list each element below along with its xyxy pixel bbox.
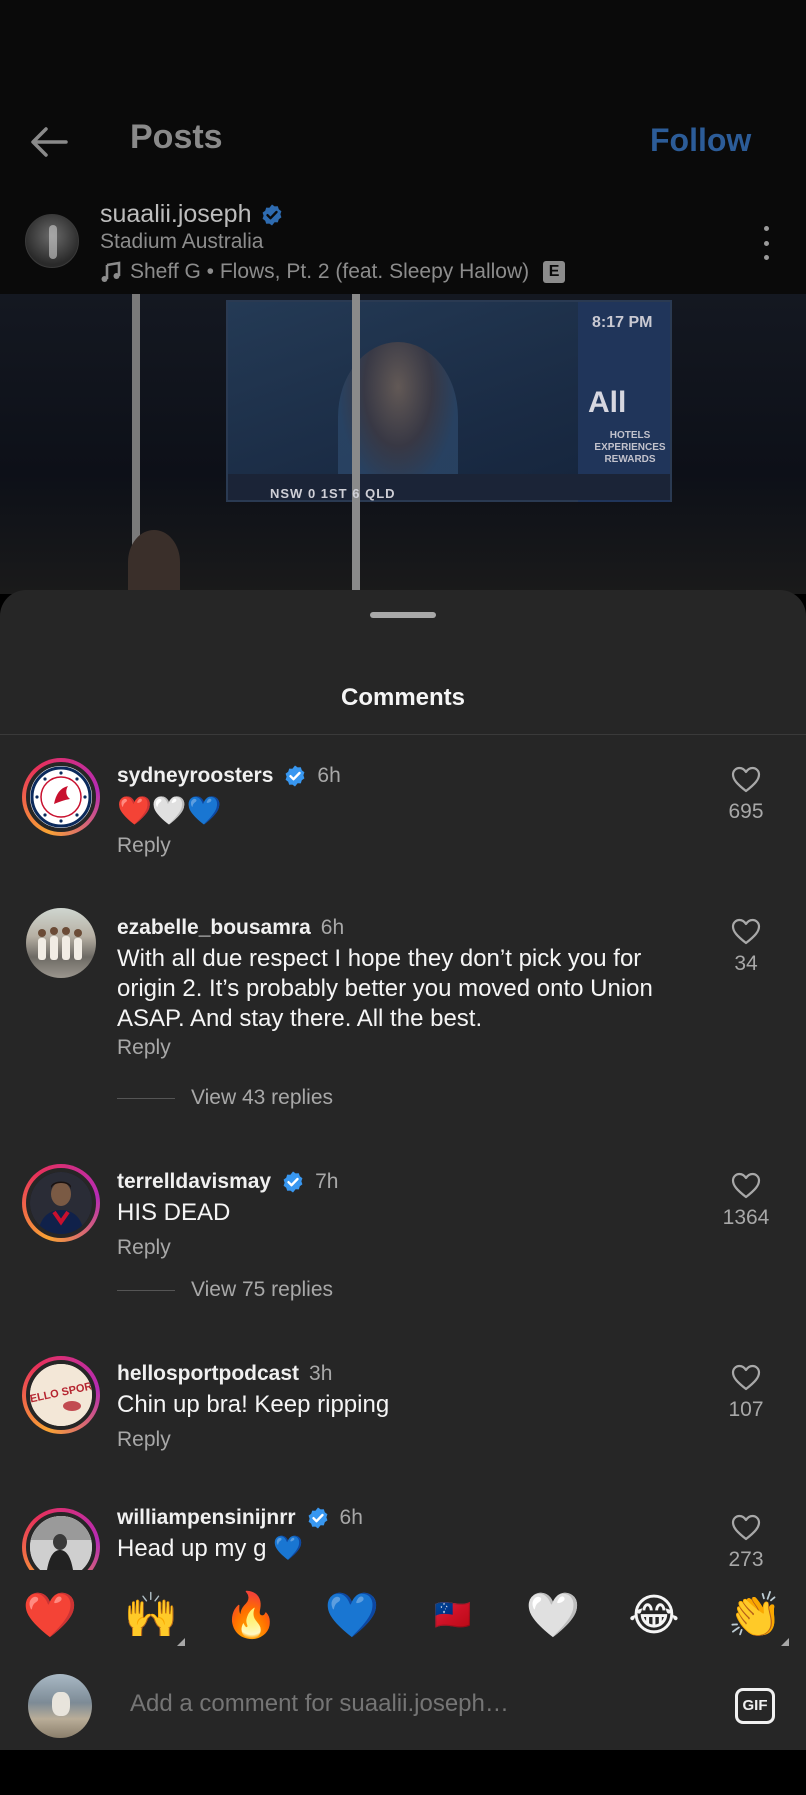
comment-header: terrelldavismay 7h — [117, 1170, 338, 1194]
reply-button[interactable]: Reply — [117, 834, 171, 858]
comments-title: Comments — [340, 684, 466, 711]
post-author[interactable]: suaalii.joseph — [100, 200, 284, 229]
emoji-quick-bar: ❤️ 🙌 🔥 💙 🇼🇸 🤍 😂 👏 — [0, 1570, 806, 1660]
emoji-fire[interactable]: 🔥 — [221, 1588, 281, 1644]
comment-input[interactable] — [130, 1690, 690, 1718]
emoji-red-heart[interactable]: ❤️ — [20, 1588, 80, 1644]
sheet-drag-handle[interactable] — [370, 612, 436, 618]
comment-time: 6h — [339, 1506, 363, 1529]
commenter-avatar[interactable]: HELLO SPORT — [22, 1356, 100, 1434]
comment-username[interactable]: terrelldavismay — [117, 1170, 271, 1194]
comment-like[interactable]: 34 — [716, 918, 776, 976]
comment-text: HIS DEAD — [117, 1199, 231, 1226]
commenter-avatar[interactable] — [22, 1164, 100, 1242]
comment-username[interactable]: williampensinijnrr — [117, 1506, 296, 1530]
reply-button[interactable]: Reply — [117, 1236, 171, 1260]
emoji-samoa-flag[interactable]: 🇼🇸 — [423, 1588, 483, 1644]
post-author-avatar[interactable] — [25, 214, 79, 268]
reply-button[interactable]: Reply — [117, 1036, 171, 1060]
view-replies-button[interactable]: View 43 replies — [117, 1086, 333, 1110]
comment-time: 3h — [309, 1362, 333, 1385]
top-bar: Posts Follow — [0, 0, 806, 190]
explicit-badge: E — [543, 261, 566, 283]
comment-like[interactable]: 695 — [716, 766, 776, 824]
comment-username[interactable]: sydneyroosters — [117, 764, 273, 788]
comment-like[interactable]: 273 — [716, 1514, 776, 1570]
comment-composer: GIF — [0, 1660, 806, 1750]
heart-icon[interactable] — [731, 766, 761, 794]
current-user-avatar[interactable] — [28, 1674, 92, 1738]
heart-icon[interactable] — [731, 1514, 761, 1542]
emoji-laughing[interactable]: 😂 — [624, 1588, 684, 1644]
post-location[interactable]: Stadium Australia — [100, 230, 263, 254]
goalpost — [352, 294, 360, 594]
comment-username[interactable]: hellosportpodcast — [117, 1362, 299, 1386]
system-nav-bar — [0, 1750, 806, 1795]
page-title: Posts — [130, 118, 223, 156]
screen-brand-text: All — [588, 386, 627, 419]
comment-text: ❤️🤍💙 — [117, 794, 222, 827]
emoji-blue-heart[interactable]: 💙 — [322, 1588, 382, 1644]
replies-line — [117, 1097, 175, 1099]
verified-badge-icon — [308, 1507, 327, 1529]
comment-time: 6h — [320, 916, 345, 939]
comment-header: hellosportpodcast 3h — [117, 1362, 332, 1386]
player-photo-icon — [30, 1172, 92, 1234]
comment-like[interactable]: 1364 — [710, 1172, 782, 1230]
heart-icon[interactable] — [731, 1364, 761, 1392]
screen-brand-subtext: HOTELS EXPERIENCES REWARDS — [594, 430, 666, 465]
gif-button[interactable]: GIF — [735, 1688, 775, 1724]
comment-header: sydneyroosters 6h — [117, 764, 341, 788]
comment-header: ezabelle_bousamra 6h — [117, 916, 344, 940]
post-author-username[interactable]: suaalii.joseph — [100, 200, 252, 229]
comment-text: With all due respect I hope they don’t p… — [117, 945, 653, 1032]
comment-text: Chin up bra! Keep ripping — [117, 1391, 390, 1418]
replies-line — [117, 1289, 175, 1291]
heart-icon[interactable] — [731, 918, 761, 946]
commenter-avatar[interactable] — [26, 908, 96, 978]
verified-badge-icon — [283, 1171, 303, 1193]
view-replies-button[interactable]: View 75 replies — [117, 1278, 333, 1302]
heart-icon[interactable] — [731, 1172, 761, 1200]
verified-badge-icon — [262, 204, 281, 225]
emoji-raising-hands[interactable]: 🙌 — [121, 1588, 185, 1646]
more-options-icon[interactable] — [758, 226, 774, 260]
comment-username[interactable]: ezabelle_bousamra — [117, 916, 311, 940]
comment-text: Head up my g 💙 — [117, 1535, 303, 1562]
follow-button[interactable]: Follow — [650, 122, 751, 159]
emoji-white-heart[interactable]: 🤍 — [523, 1588, 583, 1644]
player-photo-icon — [30, 1516, 92, 1570]
emoji-clapping[interactable]: 👏 — [725, 1588, 789, 1646]
back-arrow-icon[interactable] — [26, 118, 74, 166]
view-replies-label: View 43 replies — [191, 1086, 334, 1109]
divider — [0, 734, 806, 735]
hellosport-logo-icon: HELLO SPORT — [30, 1364, 92, 1426]
screen-time-text: 8:17 PM — [592, 314, 653, 331]
like-count: 273 — [728, 1548, 764, 1570]
verified-badge-icon — [286, 765, 305, 787]
roosters-logo-icon — [30, 766, 92, 828]
like-count: 34 — [734, 952, 758, 975]
screen-score-text: NSW 0 1ST 6 QLD — [270, 486, 396, 501]
like-count: 1364 — [722, 1206, 770, 1229]
like-count: 107 — [728, 1398, 764, 1421]
post-header: suaalii.joseph Stadium Australia Sheff G… — [0, 190, 806, 294]
like-count: 695 — [728, 800, 764, 823]
view-replies-label: View 75 replies — [191, 1278, 334, 1301]
comment-like[interactable]: 107 — [716, 1364, 776, 1422]
group-photo-icon — [38, 927, 82, 960]
post-music[interactable]: Sheff G • Flows, Pt. 2 (feat. Sleepy Hal… — [100, 260, 566, 284]
music-note-icon — [101, 261, 121, 282]
comment-time: 7h — [315, 1170, 339, 1193]
comment-header: williampensinijnrr 6h — [117, 1506, 363, 1530]
post-music-label: Sheff G • Flows, Pt. 2 (feat. Sleepy Hal… — [130, 260, 530, 283]
commenter-avatar[interactable] — [22, 758, 100, 836]
player-head — [128, 530, 180, 594]
commenter-avatar[interactable] — [22, 1508, 100, 1570]
post-image[interactable]: 8:17 PM All HOTELS EXPERIENCES REWARDS N… — [0, 294, 806, 594]
comment-item: williampensinijnrr 6h Head up my g 💙 273 — [0, 1500, 806, 1570]
comment-time: 6h — [317, 764, 341, 787]
reply-button[interactable]: Reply — [117, 1428, 171, 1452]
